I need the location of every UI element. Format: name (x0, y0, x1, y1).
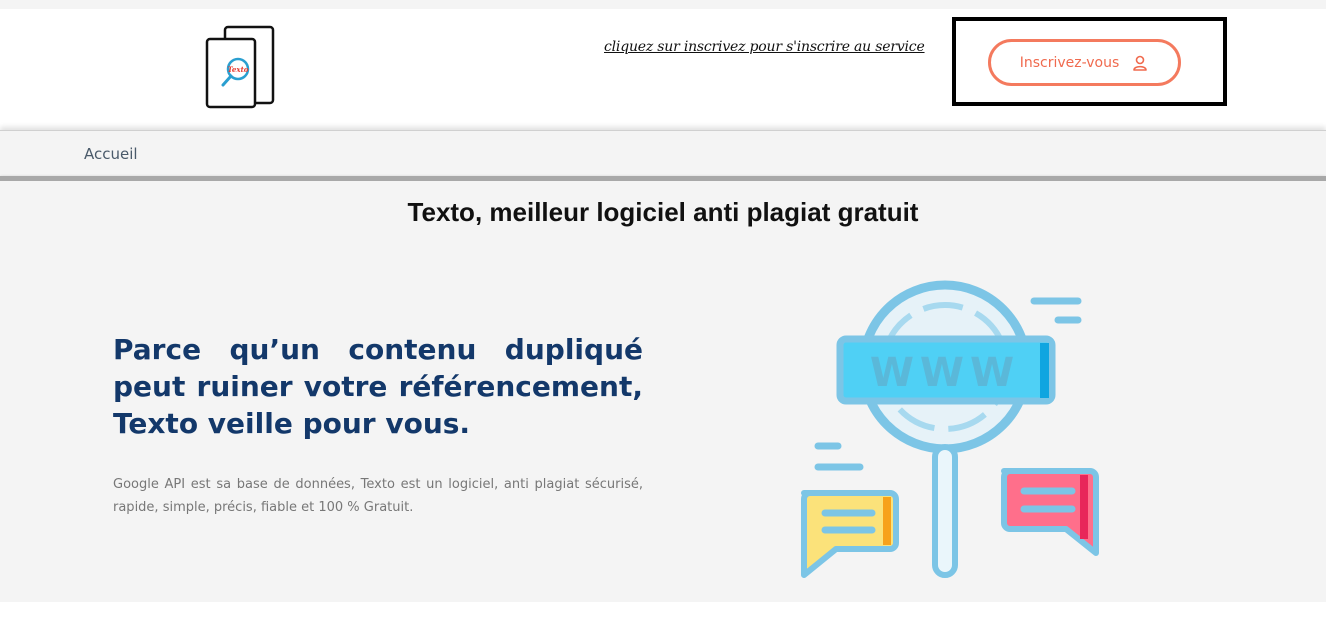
main-nav: Accueil (0, 130, 1326, 179)
hero-section: Texto, meilleur logiciel anti plagiat gr… (0, 181, 1326, 602)
logo-text: Texto (228, 65, 249, 74)
user-icon (1133, 55, 1148, 71)
footer-strip (0, 602, 1326, 627)
document-search-logo-icon: Texto (205, 25, 275, 109)
illustration-www-text: WWW (870, 350, 1020, 396)
magnifier-www-illustration: WWW (801, 280, 1099, 578)
signup-button-label: Inscrivez-vous (1019, 54, 1120, 71)
nav-item-accueil[interactable]: Accueil (84, 145, 138, 163)
top-strip (0, 0, 1326, 9)
page-title: Texto, meilleur logiciel anti plagiat gr… (407, 197, 919, 227)
signup-button[interactable]: Inscrivez-vous (988, 39, 1181, 86)
site-header: Texto cliquez sur inscrivez pour s'inscr… (0, 9, 1326, 127)
hero-description: Google API est sa base de données, Texto… (113, 477, 643, 515)
signup-hint-link[interactable]: cliquez sur inscrivez pour s'inscrire au… (604, 39, 925, 55)
signup-highlight-frame: Inscrivez-vous (952, 17, 1227, 106)
hero-heading: Parce qu’un contenu dupliqué peut ruiner… (113, 333, 643, 440)
site-logo[interactable]: Texto (200, 25, 280, 113)
